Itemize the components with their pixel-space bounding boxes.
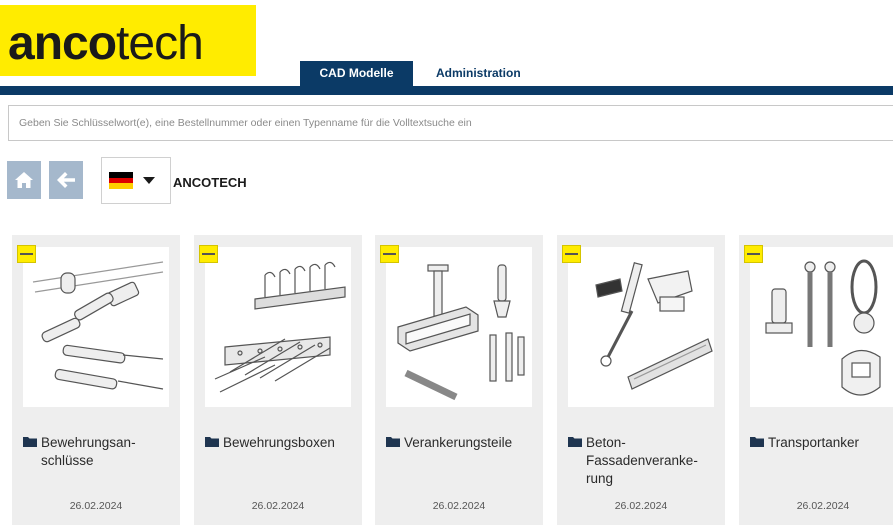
breadcrumb: ANCOTECH [173,175,247,190]
product-image [23,247,169,407]
folder-icon [386,437,400,447]
card-date: 26.02.2024 [251,500,305,512]
transport-anchor-illustration [765,259,881,396]
category-card-bewehrungsanschluesse[interactable]: Bewehrungsan- schlüsse 26.02.2024 [12,235,180,525]
card-date: 26.02.2024 [796,500,850,512]
ancotech-mini-logo [562,245,581,263]
card-label: Transportanker [768,435,860,450]
home-icon [15,172,33,188]
card-label: Bewehrungsboxen [223,435,335,450]
tab-cad-modelle[interactable]: CAD Modelle [300,61,413,86]
card-label: Beton- Fassadenveranke- rung [586,435,698,486]
facade-anchor-illustration [595,262,713,390]
logo-text-bold: anco [8,17,117,70]
anchor-parts-illustration [397,264,525,401]
logo-text: ancotech [8,17,204,70]
ancotech-mini-logo [744,245,763,263]
ancotech-logo[interactable]: ancotech [0,5,256,76]
ancotech-mini-logo [380,245,399,263]
card-label: Verankerungsteile [404,435,513,450]
category-card-bewehrungsboxen[interactable]: Bewehrungsboxen 26.02.2024 [194,235,362,525]
folder-icon [205,437,219,447]
home-button[interactable] [7,161,41,199]
nav-bar [0,86,893,95]
logo-text-light: tech [116,17,204,70]
card-label: Bewehrungsan- schlüsse [41,435,136,468]
rebar-box-illustration [214,261,346,393]
tab-administration[interactable]: Administration [413,61,537,86]
product-image [386,247,532,407]
ancotech-mini-logo [199,245,218,263]
folder-icon [23,437,37,447]
product-image [205,247,351,407]
folder-icon [750,437,764,447]
card-date: 26.02.2024 [69,500,123,512]
germany-flag-icon [109,172,133,190]
category-card-verankerungsteile[interactable]: Verankerungsteile 26.02.2024 [375,235,543,525]
language-selector[interactable] [101,157,171,204]
product-image [750,247,893,407]
folder-icon [568,437,582,447]
main-tabs: CAD Modelle Administration [300,61,537,86]
category-card-beton-fassadenverankerung[interactable]: Beton- Fassadenveranke- rung 26.02.2024 [557,235,725,525]
ancotech-mini-logo [17,245,36,263]
arrow-left-icon [57,172,75,188]
product-image [568,247,714,407]
card-date: 26.02.2024 [432,500,486,512]
search-input[interactable] [8,105,893,141]
category-card-transportanker[interactable]: Transportanker 26.02.2024 [739,235,893,525]
rebar-coupler-illustration [32,261,164,390]
card-date: 26.02.2024 [614,500,668,512]
back-button[interactable] [49,161,83,199]
caret-down-icon [143,177,155,184]
